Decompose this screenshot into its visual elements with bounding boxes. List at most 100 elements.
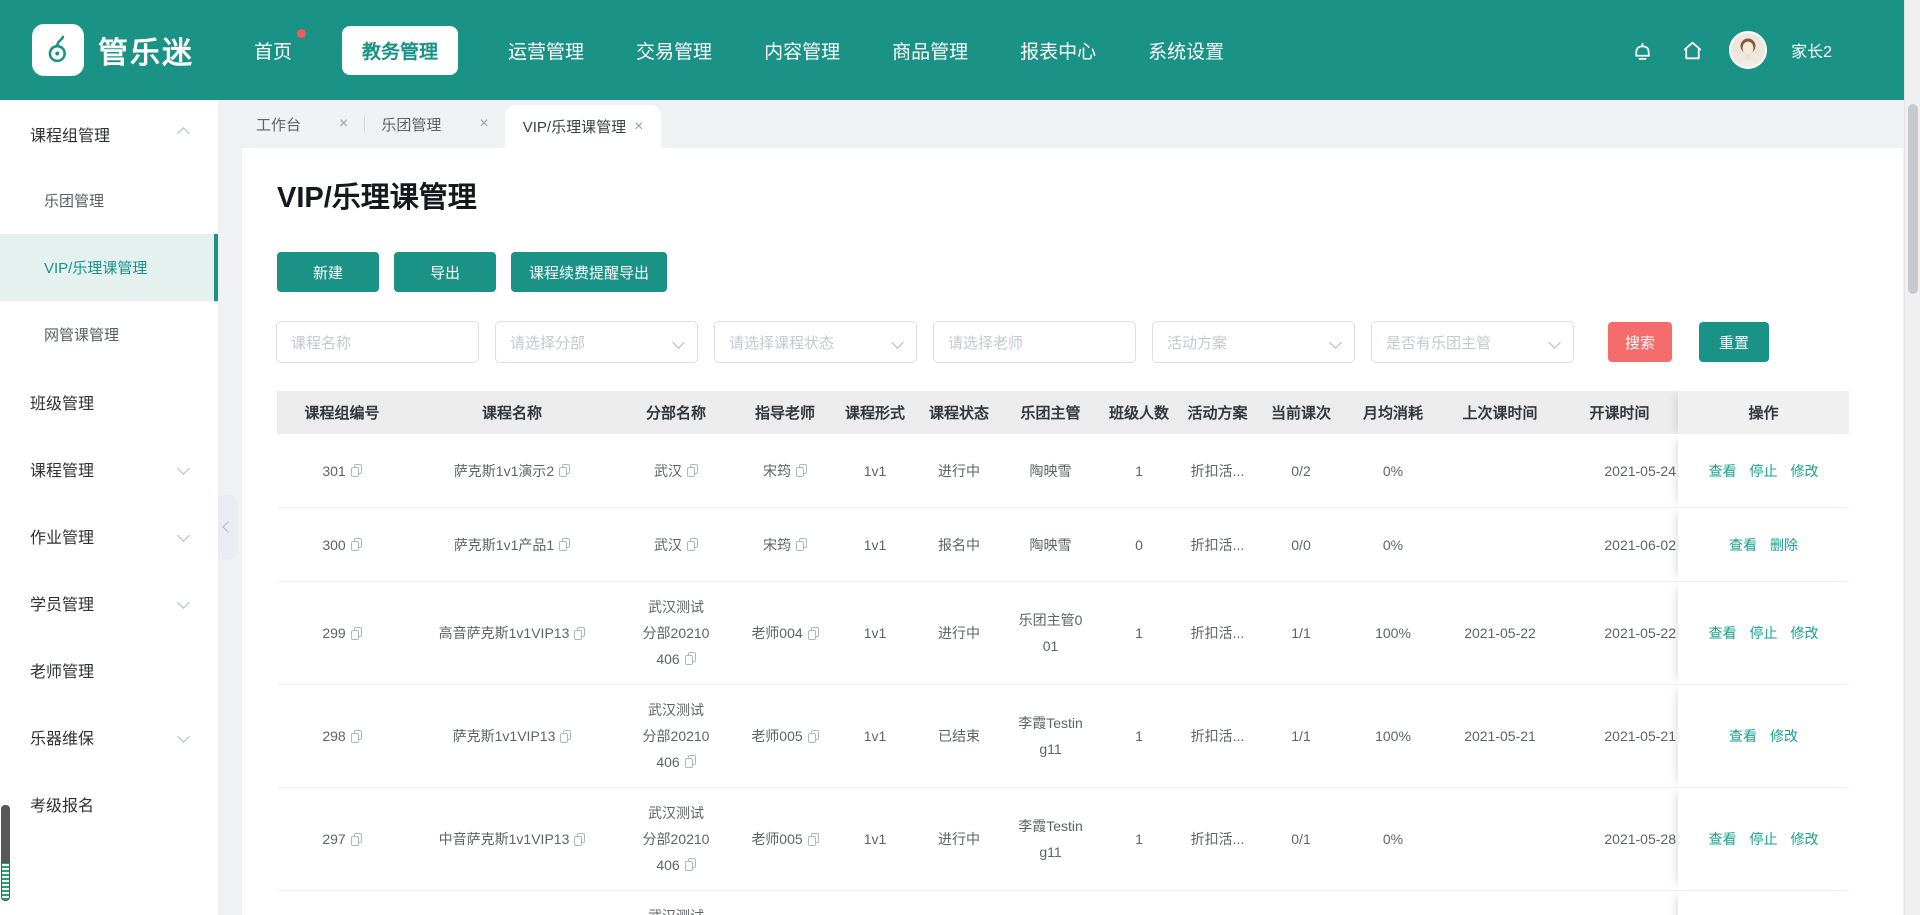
action-button-1[interactable]: 导出 [394, 252, 496, 292]
nav-item-5[interactable]: 商品管理 [890, 27, 970, 74]
nav-item-1[interactable]: 教务管理 [342, 26, 458, 75]
copy-icon[interactable] [808, 627, 819, 640]
sidebar-scrollbar[interactable] [1, 805, 10, 901]
filter-input-0[interactable]: 课程名称 [276, 321, 479, 363]
sidebar-scrollbar-thumb[interactable] [1, 805, 10, 863]
cell-text: 1 [1135, 826, 1143, 852]
cell-monthly: 0% [1347, 508, 1439, 581]
copy-icon[interactable] [685, 755, 696, 768]
copy-icon[interactable] [351, 464, 362, 477]
copy-icon[interactable] [685, 652, 696, 665]
action-link-删除[interactable]: 删除 [1770, 535, 1798, 555]
copy-icon[interactable] [559, 464, 570, 477]
cell-text: 0% [1383, 532, 1403, 558]
nav-item-0[interactable]: 首页 [252, 27, 294, 74]
tab-2[interactable]: VIP/乐理课管理× [505, 105, 662, 148]
action-link-停止[interactable]: 停止 [1750, 829, 1778, 849]
bell-icon[interactable] [1629, 37, 1655, 63]
sidebar-item-7[interactable]: 学员管理 [0, 569, 218, 636]
close-icon[interactable]: × [339, 115, 348, 133]
sidebar-item-2[interactable]: VIP/乐理课管理 [0, 234, 218, 301]
cell-teacher: 宋筠 [735, 508, 835, 581]
nav-item-7[interactable]: 系统设置 [1146, 27, 1226, 74]
column-header-11: 上次课时间 [1439, 391, 1561, 434]
action-link-修改[interactable]: 修改 [1791, 829, 1819, 849]
sidebar-item-8[interactable]: 老师管理 [0, 636, 218, 703]
search-button[interactable]: 搜索 [1608, 322, 1672, 362]
action-link-停止[interactable]: 停止 [1750, 623, 1778, 643]
tab-0[interactable]: 工作台× [240, 100, 364, 148]
sidebar-item-10[interactable]: 考级报名 [0, 770, 218, 837]
copy-icon[interactable] [796, 538, 807, 551]
cell-last_time [1439, 508, 1561, 581]
filter-input-3[interactable]: 请选择老师 [933, 321, 1136, 363]
sidebar-item-6[interactable]: 作业管理 [0, 502, 218, 569]
nav-item-label: 教务管理 [362, 42, 438, 63]
sidebar-item-3[interactable]: 网管课管理 [0, 301, 218, 368]
sidebar-item-9[interactable]: 乐器维保 [0, 703, 218, 770]
cell-branch: 武汉测试分部20210406 [617, 788, 735, 890]
nav-item-3[interactable]: 交易管理 [634, 27, 714, 74]
copy-icon[interactable] [351, 627, 362, 640]
copy-icon[interactable] [687, 538, 698, 551]
copy-icon[interactable] [559, 538, 570, 551]
action-link-查看[interactable]: 查看 [1729, 726, 1757, 746]
copy-icon[interactable] [685, 858, 696, 871]
cell-name: 高音萨克斯1v1VIP13 [407, 582, 617, 684]
action-link-修改[interactable]: 修改 [1770, 726, 1798, 746]
avatar[interactable] [1729, 31, 1767, 69]
nav-item-4[interactable]: 内容管理 [762, 27, 842, 74]
nav-item-6[interactable]: 报表中心 [1018, 27, 1098, 74]
sidebar-item-1[interactable]: 乐团管理 [0, 167, 218, 234]
user-name[interactable]: 家长2 [1791, 38, 1832, 62]
sidebar-item-0[interactable]: 课程组管理 [0, 100, 218, 167]
copy-icon[interactable] [808, 833, 819, 846]
tab-1[interactable]: 乐团管理× [365, 100, 504, 148]
cell-actions [1678, 891, 1849, 915]
action-link-修改[interactable]: 修改 [1791, 623, 1819, 643]
cell-last_time: 2021-05-21 [1439, 685, 1561, 787]
page-scrollbar[interactable] [1904, 0, 1920, 915]
copy-icon-front [351, 836, 359, 846]
copy-icon[interactable] [560, 730, 571, 743]
cell-text: 武汉 [654, 532, 698, 558]
copy-icon[interactable] [687, 464, 698, 477]
copy-icon-front [351, 630, 359, 640]
cell-text: 进行中 [938, 620, 980, 646]
copy-icon[interactable] [351, 833, 362, 846]
copy-icon[interactable] [574, 627, 585, 640]
close-icon[interactable]: × [634, 118, 643, 136]
cell-text: 老师005 [751, 826, 802, 852]
close-icon[interactable]: × [479, 115, 488, 133]
cell-text: 0/0 [1291, 532, 1310, 558]
sidebar-collapse-handle[interactable] [218, 495, 238, 559]
cell-leader: 李霞Testing11 [1003, 788, 1098, 890]
filter-select-4[interactable]: 活动方案 [1152, 321, 1355, 363]
action-link-停止[interactable]: 停止 [1750, 461, 1778, 481]
copy-icon[interactable] [796, 464, 807, 477]
cell-text: 李霞Testing11 [1018, 710, 1084, 762]
cell-start_time: 2021-05-24 [1561, 434, 1678, 507]
sidebar-item-4[interactable]: 班级管理 [0, 368, 218, 435]
column-header-8: 活动方案 [1180, 391, 1255, 434]
action-link-修改[interactable]: 修改 [1791, 461, 1819, 481]
page-scrollbar-thumb[interactable] [1908, 104, 1918, 294]
action-button-0[interactable]: 新建 [277, 252, 379, 292]
filter-select-2[interactable]: 请选择课程状态 [714, 321, 917, 363]
nav-item-2[interactable]: 运营管理 [506, 27, 586, 74]
action-button-2[interactable]: 课程续费提醒导出 [511, 252, 667, 292]
sidebar-item-5[interactable]: 课程管理 [0, 435, 218, 502]
copy-icon[interactable] [808, 730, 819, 743]
copy-icon[interactable] [351, 538, 362, 551]
sidebar-item-label: 课程组管理 [30, 122, 110, 146]
action-link-查看[interactable]: 查看 [1729, 535, 1757, 555]
action-link-查看[interactable]: 查看 [1709, 623, 1737, 643]
copy-icon[interactable] [351, 730, 362, 743]
reset-button[interactable]: 重置 [1699, 322, 1769, 362]
filter-select-1[interactable]: 请选择分部 [495, 321, 698, 363]
copy-icon[interactable] [574, 833, 585, 846]
home-icon[interactable] [1679, 37, 1705, 63]
action-link-查看[interactable]: 查看 [1709, 461, 1737, 481]
action-link-查看[interactable]: 查看 [1709, 829, 1737, 849]
filter-select-5[interactable]: 是否有乐团主管 [1371, 321, 1574, 363]
